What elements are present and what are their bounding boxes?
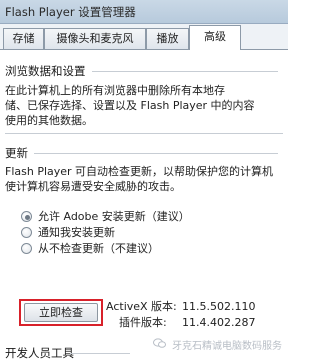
- radio-button[interactable]: [21, 227, 32, 238]
- radio-button[interactable]: [21, 211, 32, 222]
- browsing-description-line-3: 使用的其他数据。: [5, 114, 93, 127]
- browsing-description-line-1: 在此计算机上的所有浏览器中删除所有本地存: [5, 84, 225, 97]
- browsing-section-title: 浏览数据和设置: [5, 64, 86, 78]
- browsing-bottom-rule: [5, 133, 283, 134]
- tab-advanced[interactable]: 高级: [189, 25, 241, 50]
- watermark: 牙克石精诚电脑数码服务: [152, 337, 282, 352]
- title-bar[interactable]: Flash Player 设置管理器: [0, 0, 288, 24]
- updates-description-line-2: 使计算机容易遭受安全威胁的攻击。: [5, 180, 181, 193]
- tab-strip: 存储 摄像头和麦克风 播放 高级: [0, 24, 288, 50]
- radio-label: 从不检查更新（不建议）: [38, 242, 159, 255]
- tab-playback[interactable]: 播放: [146, 28, 189, 49]
- plugin-version-value: 11.4.402.287: [182, 316, 256, 329]
- updates-section-title: 更新: [5, 146, 28, 160]
- flash-settings-window: Flash Player 设置管理器 存储 摄像头和麦克风 播放 高级 浏览数据…: [0, 0, 288, 363]
- watermark-text: 牙克石精诚电脑数码服务: [172, 341, 282, 352]
- tab-camera-microphone[interactable]: 摄像头和麦克风: [44, 28, 146, 49]
- browsing-description-line-2: 储、已保存选择、设置以及 Flash Player 中的内容: [5, 99, 255, 112]
- chat-bubble-icon: [152, 337, 166, 352]
- updates-divider: [34, 153, 278, 154]
- advanced-panel: 浏览数据和设置 在此计算机上的所有浏览器中删除所有本地存 储、已保存选择、设置以…: [0, 50, 288, 363]
- radio-button[interactable]: [21, 243, 32, 254]
- updates-description-line-1: Flash Player 可自动检查更新，以帮助保护您的计算机: [5, 165, 274, 178]
- radio-label: 允许 Adobe 安装更新（建议）: [38, 210, 190, 223]
- activex-version-label: ActiveX 版本:: [106, 300, 177, 313]
- window-title: Flash Player 设置管理器: [5, 5, 136, 19]
- browsing-divider: [92, 71, 278, 72]
- plugin-version-label: 插件版本:: [119, 316, 167, 329]
- radio-selected-dot: [25, 215, 30, 220]
- tab-storage[interactable]: 存储: [3, 28, 44, 49]
- developer-tools-title: 开发人员工具: [5, 346, 74, 360]
- radio-label: 通知我安装更新: [38, 226, 115, 239]
- check-now-button[interactable]: 立即检查: [24, 303, 98, 322]
- developer-divider: [70, 353, 130, 354]
- activex-version-value: 11.5.502.110: [182, 300, 256, 313]
